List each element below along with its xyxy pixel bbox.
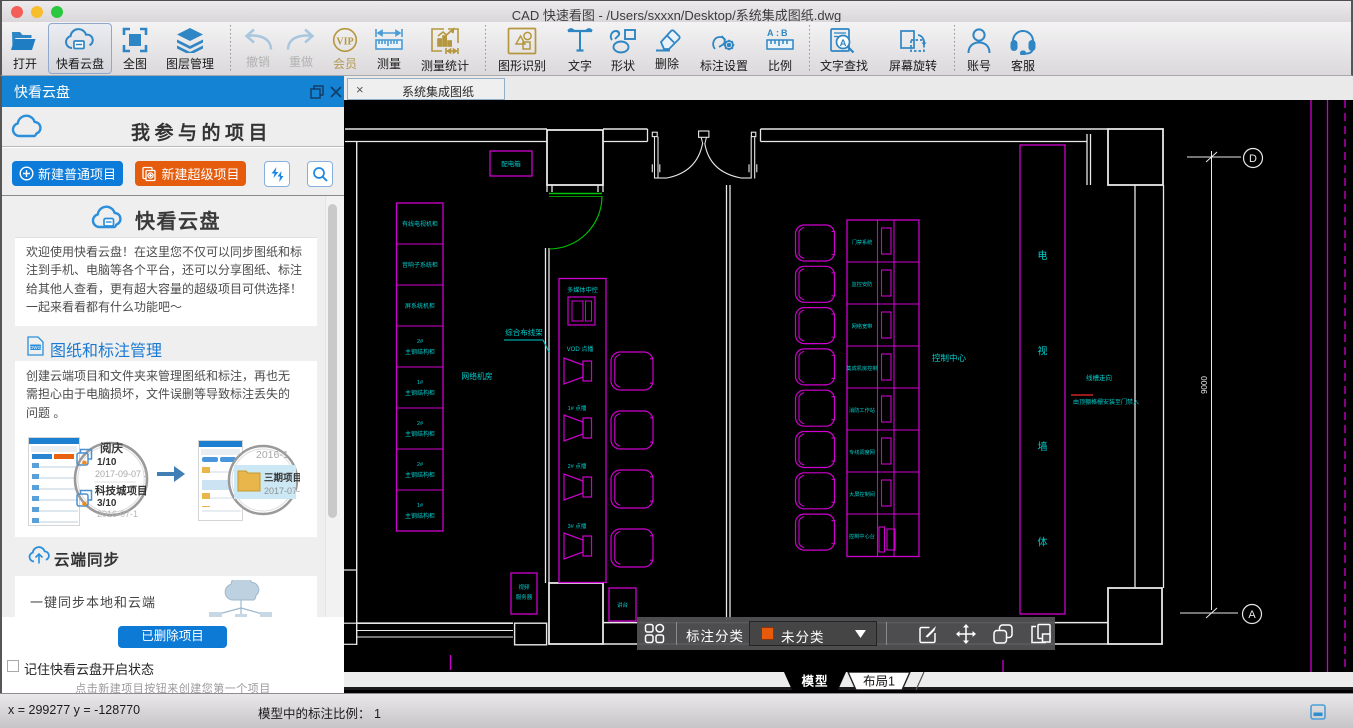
svg-text:1# 点播: 1# 点播 (568, 404, 587, 412)
svg-text:2#: 2# (417, 421, 424, 427)
svg-text:综合布线架: 综合布线架 (505, 327, 543, 337)
svg-text:控制中心台: 控制中心台 (849, 532, 875, 540)
svg-text:消防工作站: 消防工作站 (849, 406, 875, 414)
svg-text:监控安防: 监控安防 (852, 280, 873, 288)
svg-text:VIP: VIP (336, 37, 353, 48)
svg-text:集成机房控制: 集成机房控制 (846, 364, 877, 372)
svg-text:线槽走向: 线槽走向 (1086, 373, 1112, 382)
svg-text:2016-07-1: 2016-07-1 (97, 509, 138, 519)
svg-text:模型: 模型 (801, 674, 828, 689)
svg-text:1#: 1# (417, 380, 424, 386)
svg-text:由顶棚格栅安装至门禁入: 由顶棚格栅安装至门禁入 (1073, 398, 1139, 406)
svg-text:音响子系统柜: 音响子系统柜 (402, 261, 438, 269)
svg-text:2#: 2# (417, 462, 424, 468)
svg-text:主钢结构柜: 主钢结构柜 (405, 512, 435, 520)
svg-text:A: A (840, 38, 847, 49)
svg-text:2017-09-07 1: 2017-09-07 1 (95, 469, 149, 479)
svg-text:大屏控制间: 大屏控制间 (849, 490, 875, 498)
svg-text:服务器: 服务器 (516, 593, 533, 601)
svg-text:视频: 视频 (518, 583, 530, 591)
svg-text:3/10: 3/10 (97, 498, 117, 509)
svg-text:门禁系统: 门禁系统 (852, 238, 873, 246)
svg-text:主钢结构柜: 主钢结构柜 (405, 348, 435, 356)
svg-text:科技城项目: 科技城项目 (95, 484, 148, 497)
svg-text:1#: 1# (417, 503, 424, 509)
svg-text:A: A (767, 28, 774, 38)
svg-text::: : (776, 28, 779, 38)
svg-text:主钢结构柜: 主钢结构柜 (405, 430, 435, 438)
svg-text:A: A (1248, 609, 1256, 621)
svg-text:阅庆: 阅庆 (100, 441, 123, 455)
svg-text:DWG: DWG (30, 345, 41, 350)
svg-text:多媒体中控: 多媒体中控 (567, 286, 598, 294)
svg-text:2# 点播: 2# 点播 (568, 462, 587, 470)
svg-text:布局1: 布局1 (863, 675, 895, 689)
svg-text:B: B (781, 28, 788, 38)
svg-text:9000: 9000 (1200, 376, 1209, 394)
svg-text:1/10: 1/10 (97, 457, 117, 468)
svg-text:屏系统机柜: 屏系统机柜 (405, 302, 435, 310)
svg-text:配电箱: 配电箱 (501, 159, 521, 168)
svg-text:有线电视机柜: 有线电视机柜 (402, 220, 438, 228)
svg-text:2016-1: 2016-1 (256, 449, 289, 461)
svg-text:3# 点播: 3# 点播 (568, 522, 587, 530)
svg-text:电: 电 (1038, 249, 1048, 262)
svg-text:D: D (1249, 153, 1257, 165)
svg-text:控制中心: 控制中心 (932, 353, 967, 363)
svg-text:体: 体 (1038, 537, 1048, 549)
svg-text:网络宽带: 网络宽带 (852, 322, 873, 330)
svg-text:2#: 2# (417, 339, 424, 345)
svg-text:网络机房: 网络机房 (461, 371, 492, 381)
svg-text:主钢结构柜: 主钢结构柜 (405, 471, 435, 479)
svg-text:2017-07-07: 2017-07-07 (264, 486, 300, 496)
svg-text:墙: 墙 (1038, 440, 1048, 453)
svg-text:讲台: 讲台 (617, 601, 629, 609)
svg-text:主钢结构柜: 主钢结构柜 (405, 389, 435, 397)
svg-text:专线调度网: 专线调度网 (849, 448, 875, 456)
svg-text:VOD 点播: VOD 点播 (567, 345, 594, 353)
svg-text:视: 视 (1038, 345, 1048, 358)
svg-text:三期项目图: 三期项目图 (264, 472, 300, 484)
